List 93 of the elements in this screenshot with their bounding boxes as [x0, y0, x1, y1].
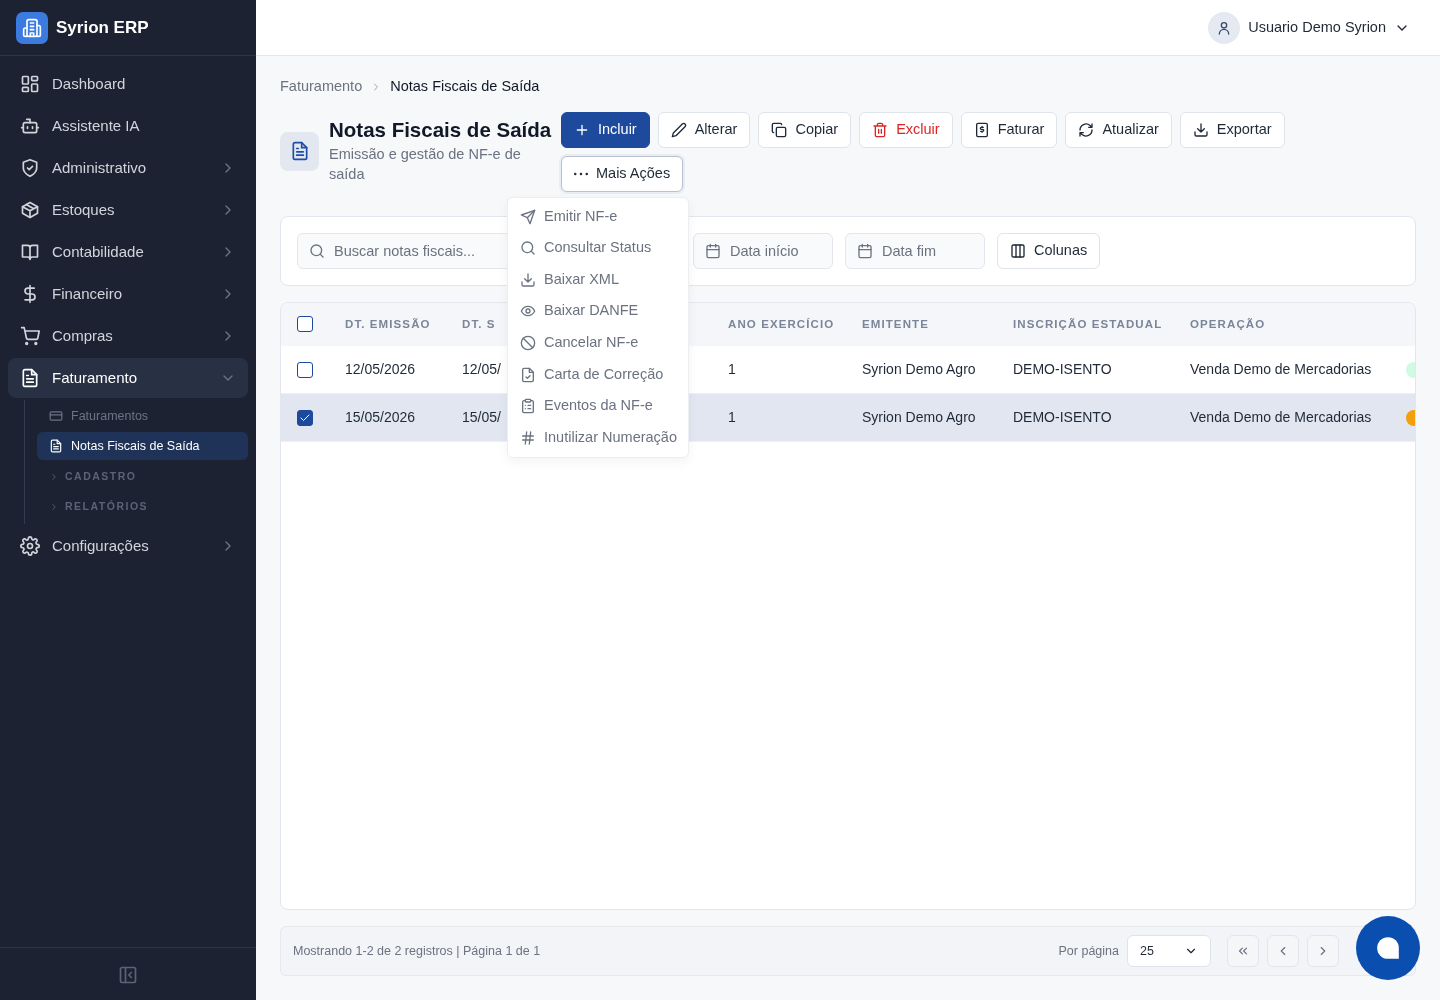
first-page-icon [1236, 944, 1250, 958]
download-icon [1192, 121, 1209, 138]
toolbar-button[interactable]: Atualizar [1065, 111, 1172, 148]
document-icon [280, 131, 319, 171]
column-header: DT. S [462, 317, 496, 330]
table-cell: 1 [728, 409, 736, 426]
shield-icon [20, 158, 40, 178]
menu-item[interactable]: Carta de Correção [508, 358, 688, 391]
table-cell: 1 [728, 361, 736, 377]
sidebar-item[interactable]: Configurações [8, 526, 248, 566]
toolbar-button[interactable]: Excluir [859, 111, 953, 148]
sidebar-item[interactable]: Assistente IA [8, 106, 248, 146]
table-cell: Syrion Demo Agro [862, 361, 976, 377]
table-cell: 12/05/2026 [345, 361, 416, 377]
breadcrumb-current: Notas Fiscais de Saída [390, 77, 540, 96]
breadcrumb-link[interactable]: Faturamento [280, 76, 363, 98]
refresh-icon [1078, 121, 1095, 138]
trash-icon [872, 121, 889, 138]
toolbar-button[interactable]: Alterar [657, 111, 751, 148]
page-subtitle: Emissão e gestão de NF-e de saída [329, 145, 522, 185]
pagination-summary: Mostrando 1-2 de 2 registros | Página 1 de 1 [293, 942, 541, 960]
robot-icon [20, 116, 40, 136]
table-cell: 12/05/ [462, 361, 501, 377]
document-icon [520, 366, 536, 383]
more-icon [574, 171, 588, 176]
document-icon [49, 439, 63, 453]
sidebar-item[interactable]: Financeiro [8, 274, 248, 314]
checkbox[interactable] [297, 316, 313, 333]
menu-item[interactable]: Eventos da NF-e [508, 390, 688, 422]
checkbox[interactable] [297, 361, 313, 378]
sidebar-item[interactable]: Faturamento [8, 358, 248, 398]
ban-icon [520, 334, 536, 351]
avatar-icon [1208, 11, 1241, 44]
toolbar-button[interactable]: Faturar [960, 111, 1058, 148]
table-cell: Syrion Demo Agro [862, 409, 976, 426]
app-name: Syrion ERP [56, 16, 149, 39]
table-cell: 15/05/2026 [345, 409, 416, 426]
column-header: INSCRIÇÃO ESTADUAL [1013, 317, 1163, 330]
document-icon [20, 368, 40, 388]
grid-icon [20, 74, 40, 94]
card-icon [49, 409, 63, 423]
calendar-icon [705, 242, 721, 259]
toolbar-button[interactable]: Mais Ações [561, 155, 684, 192]
date-field[interactable]: Data fim [845, 232, 985, 269]
chat-bubble-icon [1375, 935, 1401, 961]
book-icon [20, 242, 40, 262]
pencil-icon [670, 121, 687, 138]
column-header: DT. EMISSÃO [345, 317, 431, 330]
sidebar-subitem[interactable]: Notas Fiscais de Saída [37, 432, 248, 460]
hash-icon [520, 429, 536, 446]
page-size-select[interactable]: 25 [1127, 935, 1211, 967]
page-title: Notas Fiscais de Saída [329, 117, 551, 143]
download-icon [520, 271, 536, 288]
page-size-label: Por página [1058, 942, 1119, 960]
toolbar-button[interactable]: Exportar [1179, 111, 1285, 148]
chevron-icon [49, 472, 59, 482]
toolbar-button[interactable]: Incluir [561, 111, 650, 148]
send-icon [520, 208, 536, 225]
sidebar-item[interactable]: Contabilidade [8, 232, 248, 272]
search-icon [309, 242, 325, 259]
table-cell: Venda Demo de Mercadorias [1190, 361, 1372, 377]
column-header: ANO EXERCÍCIO [728, 317, 835, 330]
pagination-button[interactable] [1227, 935, 1259, 967]
sidebar-item[interactable]: Estoques [8, 190, 248, 230]
checkbox[interactable] [297, 409, 313, 426]
table-cell: Venda Demo de Mercadorias [1190, 409, 1372, 426]
columns-button[interactable]: Colunas [997, 232, 1101, 269]
column-header: OPERAÇÃO [1190, 317, 1266, 330]
settings-icon [20, 536, 40, 556]
user-menu-button[interactable]: Usuario Demo Syrion [1202, 10, 1416, 45]
columns-icon [1010, 242, 1026, 259]
menu-item[interactable]: Baixar DANFE [508, 295, 688, 328]
table-cell: DEMO-ISENTO [1013, 409, 1112, 426]
sidebar-item[interactable]: Administrativo [8, 148, 248, 188]
menu-item[interactable]: Emitir NF-e [508, 200, 688, 233]
receipt-icon [973, 121, 990, 138]
sidebar-item[interactable]: Compras [8, 316, 248, 356]
sidebar-item[interactable]: Dashboard [8, 64, 248, 104]
column-header: EMITENTE [862, 317, 929, 330]
cart-icon [20, 326, 40, 346]
calendar-icon [857, 242, 873, 259]
logo-icon [16, 11, 48, 44]
clipboard-icon [520, 398, 536, 415]
table-cell: DEMO-ISENTO [1013, 361, 1112, 377]
menu-item[interactable]: Cancelar NF-e [508, 327, 688, 359]
table-cell: 15/05/ [462, 409, 501, 426]
chevron-icon [49, 502, 59, 512]
toolbar-button[interactable]: Copiar [758, 111, 852, 148]
date-field[interactable]: Data início [693, 232, 833, 269]
copy-icon [771, 121, 788, 138]
menu-item[interactable]: Inutilizar Numeração [508, 421, 688, 454]
search-icon [520, 240, 536, 257]
box-icon [20, 200, 40, 220]
